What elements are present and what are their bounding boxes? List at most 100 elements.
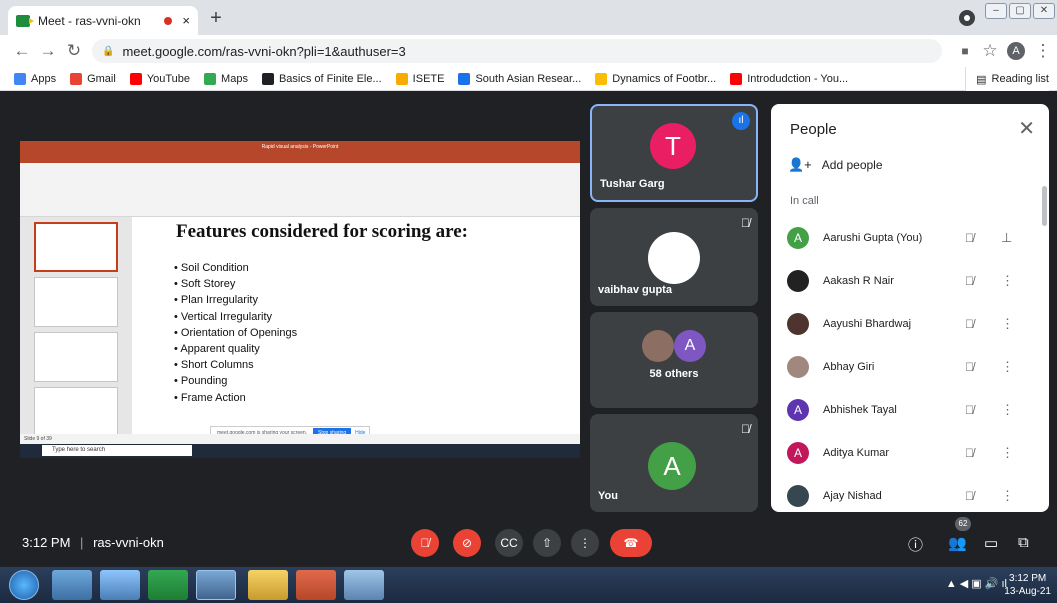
more-options-icon[interactable]: ⋮ — [1001, 402, 1014, 418]
bookmark-maps[interactable]: Maps — [204, 72, 248, 85]
meeting-info-icon[interactable]: ⓘ — [908, 534, 923, 555]
people-count-badge: 62 — [955, 517, 971, 531]
participant-tile[interactable]: 🎙̸ vaibhav gupta — [590, 208, 758, 306]
bookmark-youtube[interactable]: YouTube — [129, 72, 190, 85]
more-options-button[interactable]: ⋮ — [571, 529, 599, 557]
tab-close-button[interactable]: × — [182, 13, 190, 28]
tile-name: vaibhav gupta — [598, 284, 672, 296]
paint-app-icon[interactable] — [344, 570, 384, 600]
participant-avatar — [787, 312, 809, 335]
participant-row[interactable]: Aakash R Nair 🎙̸ ⋮ — [771, 259, 1041, 302]
bullet-item: Pounding — [174, 373, 297, 389]
camera-indicator-icon[interactable]: ■ — [955, 41, 975, 61]
bookmarks-bar: Apps Gmail YouTube Maps Basics of Finite… — [0, 67, 1057, 91]
powerpoint-app-icon[interactable] — [296, 570, 336, 600]
bookmark-finite-element[interactable]: Basics of Finite Ele... — [261, 72, 382, 85]
more-options-icon[interactable]: ⋮ — [1001, 488, 1014, 504]
chat-icon[interactable]: ▭ — [984, 534, 998, 552]
slide-thumbnail — [34, 387, 118, 437]
calculator-app-icon[interactable] — [52, 570, 92, 600]
activities-icon[interactable]: ⧉ — [1018, 534, 1029, 551]
tile-avatar — [648, 232, 700, 284]
system-tray[interactable]: ▲ ◀ ▣ 🔊 ıl — [946, 577, 1007, 590]
slide-title: Features considered for scoring are: — [176, 221, 468, 242]
participant-tile[interactable]: A 58 others — [590, 312, 758, 408]
people-icon[interactable]: 👥 — [948, 534, 967, 552]
camera-toggle-button[interactable]: ⊘ — [453, 529, 481, 557]
explorer-app-icon[interactable] — [248, 570, 288, 600]
add-people-button[interactable]: 👤+ Add people — [788, 157, 883, 173]
bullet-item: Vertical Irregularity — [174, 309, 297, 325]
forward-icon[interactable]: → — [38, 41, 58, 61]
maximize-button[interactable]: ▢ — [1009, 3, 1031, 19]
bookmark-label: Apps — [31, 72, 57, 85]
participant-avatar — [787, 484, 809, 507]
mic-off-icon: 🎙̸ — [965, 230, 974, 245]
participant-row[interactable]: A Aarushi Gupta (You) 🎙̸ ⊥ — [771, 216, 1041, 259]
bookmark-apps[interactable]: Apps — [14, 72, 57, 85]
gmail-icon — [70, 72, 83, 85]
media-indicator-icon[interactable] — [959, 10, 975, 26]
bookmark-favicon-icon — [458, 72, 471, 85]
present-button[interactable]: ⇧ — [533, 529, 561, 557]
participant-row[interactable]: A Aditya Kumar 🎙̸ ⋮ — [771, 431, 1041, 474]
app-icon[interactable] — [100, 570, 140, 600]
participant-name: Abhay Giri — [823, 360, 875, 373]
back-icon[interactable]: ← — [12, 41, 32, 61]
people-panel-title: People — [790, 121, 837, 138]
new-tab-button[interactable]: + — [205, 8, 227, 29]
browser-menu-icon[interactable]: ⋮ — [1033, 41, 1053, 61]
more-options-icon[interactable]: ⋮ — [1001, 359, 1014, 375]
reading-list-button[interactable]: ▤ Reading list — [965, 67, 1049, 91]
profile-avatar[interactable]: A — [1007, 42, 1025, 60]
more-options-icon[interactable]: ⋮ — [1001, 445, 1014, 461]
tile-avatar: A — [674, 330, 706, 362]
bookmark-introduction[interactable]: Introdudction - You... — [730, 72, 848, 85]
speaking-indicator-icon: ıl — [732, 112, 750, 130]
browser-tab[interactable]: Meet - ras-vvni-okn × — [8, 6, 198, 35]
bookmark-star-icon[interactable]: ☆ — [980, 41, 1000, 61]
participant-row[interactable]: A Abhishek Tayal 🎙̸ ⋮ — [771, 388, 1041, 431]
participant-tile[interactable]: A 🎙̸ You — [590, 414, 758, 512]
bookmark-isete[interactable]: ISETE — [395, 72, 444, 85]
participant-row[interactable]: Aayushi Bhardwaj 🎙̸ ⋮ — [771, 302, 1041, 345]
bookmark-label: Gmail — [87, 72, 116, 85]
close-window-button[interactable]: ✕ — [1033, 3, 1055, 19]
participant-row[interactable]: Ajay Nishad 🎙̸ ⋮ — [771, 474, 1041, 512]
clock-time: 3:12 PM — [1009, 573, 1047, 584]
bookmark-gmail[interactable]: Gmail — [70, 72, 116, 85]
shared-search-box: Type here to search — [42, 445, 192, 456]
slide-thumbnail — [34, 222, 118, 272]
people-scrollbar[interactable] — [1042, 186, 1047, 226]
bookmark-dynamics[interactable]: Dynamics of Footbr... — [595, 72, 716, 85]
participant-tile[interactable]: T ıl Tushar Garg — [590, 104, 758, 202]
end-call-button[interactable]: ☎ — [610, 529, 652, 557]
browser-tab-strip: Meet - ras-vvni-okn × + – ▢ ✕ — [0, 0, 1057, 35]
bookmark-south-asian[interactable]: South Asian Resear... — [458, 72, 581, 85]
start-button[interactable] — [9, 570, 39, 600]
url-field[interactable]: 🔒 meet.google.com/ras-vvni-okn?pli=1&aut… — [92, 39, 942, 63]
slide-bullets: Soil Condition Soft Storey Plan Irregula… — [174, 260, 297, 406]
maps-icon — [204, 72, 217, 85]
chrome-app-icon[interactable] — [196, 570, 236, 600]
mic-off-icon: 🎙̸ — [965, 445, 974, 460]
bullet-item: Short Columns — [174, 357, 297, 373]
sheets-app-icon[interactable] — [148, 570, 188, 600]
meeting-separator: | — [80, 535, 84, 550]
mic-toggle-button[interactable]: 🎙̸ — [411, 529, 439, 557]
ppt-status-bar: Slide 9 of 39 — [20, 434, 580, 444]
more-options-icon[interactable]: ⋮ — [1001, 316, 1014, 332]
mic-off-icon: 🎙̸ — [741, 216, 750, 230]
more-options-icon[interactable]: ⋮ — [1001, 273, 1014, 289]
captions-button[interactable]: CC — [495, 529, 523, 557]
participant-avatar: A — [787, 441, 809, 464]
reload-icon[interactable]: ↻ — [64, 41, 84, 61]
close-panel-button[interactable]: ✕ — [1018, 116, 1035, 141]
meet-control-bar: 3:12 PM | ras-vvni-okn 🎙̸ ⊘ CC ⇧ ⋮ ☎ ⓘ 👥… — [0, 517, 1057, 567]
taskbar-clock[interactable]: 3:12 PM 13-Aug-21 — [1004, 572, 1051, 598]
participant-row[interactable]: Abhay Giri 🎙̸ ⋮ — [771, 345, 1041, 388]
bullet-item: Frame Action — [174, 390, 297, 406]
mic-off-icon: 🎙̸ — [741, 422, 750, 436]
minimize-button[interactable]: – — [985, 3, 1007, 19]
pin-icon[interactable]: ⊥ — [1001, 230, 1012, 246]
